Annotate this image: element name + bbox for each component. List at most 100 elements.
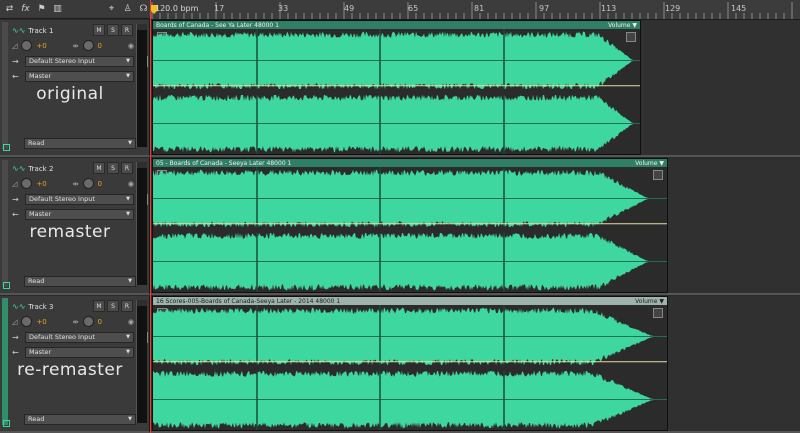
clip-volume-label: Volume bbox=[635, 159, 658, 167]
monitor-input-icon[interactable]: ◉ bbox=[128, 318, 134, 326]
monitor-input-icon[interactable]: ◉ bbox=[128, 180, 134, 188]
automation-mode-value: Read bbox=[28, 415, 45, 423]
automation-mode-select[interactable]: Read ▼ bbox=[24, 138, 136, 149]
snap-icon[interactable]: ⌖ bbox=[105, 3, 118, 16]
fx-icon[interactable]: fx bbox=[19, 3, 32, 16]
chevron-down-icon: ▼ bbox=[126, 58, 130, 64]
record-arm-button[interactable]: R bbox=[121, 162, 133, 174]
volume-knob[interactable] bbox=[21, 316, 33, 327]
track-select-icon[interactable] bbox=[3, 282, 10, 289]
track-header[interactable]: ∿∿ Track 2 M S R ◿ +0 ⇹ 0 ◉ → Default St… bbox=[0, 158, 150, 295]
clip-volume-menu[interactable]: Volume ▼ bbox=[635, 298, 664, 305]
solo-button[interactable]: S bbox=[107, 300, 119, 312]
mute-button[interactable]: M bbox=[93, 162, 105, 174]
clip-header[interactable]: 05 - Boards of Canada - Seeya Later 4800… bbox=[153, 159, 667, 167]
level-meter bbox=[136, 24, 147, 147]
ruler-tick-label: 49 bbox=[344, 4, 355, 13]
switch-icon[interactable]: ⇄ bbox=[3, 3, 16, 16]
output-select[interactable]: Master ▼ bbox=[25, 209, 134, 220]
pan-icon: ⇹ bbox=[72, 317, 79, 326]
solo-button[interactable]: S bbox=[107, 162, 119, 174]
pan-value[interactable]: 0 bbox=[98, 318, 102, 326]
timeline-ruler[interactable]: 120.0 bpm 17 33 49 65 81 97 113 129 145 bbox=[150, 0, 800, 20]
track-grip[interactable] bbox=[2, 160, 8, 287]
pan-knob[interactable] bbox=[82, 178, 94, 189]
input-select[interactable]: Default Stereo Input ▼ bbox=[25, 56, 134, 67]
clip-volume-label: Volume bbox=[635, 297, 658, 305]
waveform bbox=[153, 167, 667, 292]
volume-value[interactable]: +0 bbox=[36, 42, 46, 50]
clip-volume-menu[interactable]: Volume ▼ bbox=[608, 22, 637, 29]
track-lane[interactable]: 05 - Boards of Canada - Seeya Later 4800… bbox=[150, 158, 800, 295]
pan-value[interactable]: 0 bbox=[98, 42, 102, 50]
track-header[interactable]: ∿∿ Track 3 M S R ◿ +0 ⇹ 0 ◉ → Default St… bbox=[0, 296, 150, 433]
automation-mode-select[interactable]: Read ▼ bbox=[24, 276, 136, 287]
volume-icon: ◿ bbox=[12, 41, 18, 50]
volume-icon: ◿ bbox=[12, 317, 18, 326]
meter-icon[interactable]: ▥ bbox=[51, 3, 64, 16]
ruler-tick-label: 81 bbox=[474, 4, 485, 13]
track-grip[interactable] bbox=[2, 22, 8, 149]
monitor-input-icon[interactable]: ◉ bbox=[128, 42, 134, 50]
mute-button[interactable]: M bbox=[93, 300, 105, 312]
editor-toolbar: ⇄ fx ⚑ ▥ ⌖ ♙ ☊ bbox=[0, 0, 150, 19]
track-name[interactable]: Track 1 bbox=[28, 27, 53, 35]
volume-value[interactable]: +0 bbox=[36, 180, 46, 188]
audio-clip[interactable]: Boards of Canada - See Ya Later 48000 1 … bbox=[152, 20, 641, 155]
track-select-icon[interactable] bbox=[3, 144, 10, 151]
input-select-value: Default Stereo Input bbox=[29, 57, 95, 65]
automation-mode-select[interactable]: Read ▼ bbox=[24, 414, 136, 425]
automation-mode-value: Read bbox=[28, 139, 45, 147]
ruler-tick-label: 65 bbox=[408, 4, 419, 13]
waveform bbox=[153, 29, 640, 154]
audio-clip[interactable]: 16 Scores-005-Boards of Canada-Seeya Lat… bbox=[152, 296, 668, 431]
audio-clip[interactable]: 05 - Boards of Canada - Seeya Later 4800… bbox=[152, 158, 668, 293]
output-select[interactable]: Master ▼ bbox=[25, 347, 134, 358]
input-select-value: Default Stereo Input bbox=[29, 333, 95, 341]
output-select[interactable]: Master ▼ bbox=[25, 71, 134, 82]
clip-header[interactable]: Boards of Canada - See Ya Later 48000 1 … bbox=[153, 21, 640, 29]
pan-icon: ⇹ bbox=[72, 179, 79, 188]
record-arm-button[interactable]: R bbox=[121, 300, 133, 312]
metronome-icon[interactable]: ♙ bbox=[121, 3, 134, 16]
input-select[interactable]: Default Stereo Input ▼ bbox=[25, 332, 134, 343]
clip-header[interactable]: 16 Scores-005-Boards of Canada-Seeya Lat… bbox=[153, 297, 667, 305]
ruler-tick-label: 17 bbox=[214, 4, 225, 13]
clip-title: 16 Scores-005-Boards of Canada-Seeya Lat… bbox=[156, 297, 341, 305]
chevron-down-icon: ▼ bbox=[128, 416, 132, 422]
pan-knob[interactable] bbox=[82, 40, 94, 51]
track-annotation-label: original bbox=[36, 84, 104, 104]
clip-volume-menu[interactable]: Volume ▼ bbox=[635, 160, 664, 167]
chevron-down-icon: ▼ bbox=[126, 73, 130, 79]
chevron-down-icon: ▼ bbox=[128, 278, 132, 284]
input-select[interactable]: Default Stereo Input ▼ bbox=[25, 194, 134, 205]
track-header[interactable]: ∿∿ Track 1 M S R ◿ +0 ⇹ 0 ◉ → Default St… bbox=[0, 20, 150, 157]
playhead-line[interactable] bbox=[150, 0, 151, 433]
volume-value[interactable]: +0 bbox=[36, 318, 46, 326]
volume-icon: ◿ bbox=[12, 179, 18, 188]
ruler-tick-label: 97 bbox=[539, 4, 550, 13]
solo-button[interactable]: S bbox=[107, 24, 119, 36]
track-select-icon[interactable] bbox=[3, 420, 10, 427]
track-2: ∿∿ Track 2 M S R ◿ +0 ⇹ 0 ◉ → Default St… bbox=[0, 158, 800, 295]
mute-button[interactable]: M bbox=[93, 24, 105, 36]
pan-icon: ⇹ bbox=[72, 41, 79, 50]
track-name[interactable]: Track 3 bbox=[28, 303, 53, 311]
input-arrow-icon: → bbox=[12, 333, 19, 342]
tempo-label: 120.0 bpm bbox=[155, 4, 199, 13]
track-name[interactable]: Track 2 bbox=[28, 165, 53, 173]
track-lane[interactable]: Boards of Canada - See Ya Later 48000 1 … bbox=[150, 20, 800, 157]
chevron-down-icon: ▼ bbox=[126, 211, 130, 217]
headphones-icon[interactable]: ☊ bbox=[137, 3, 150, 16]
track-grip[interactable] bbox=[2, 298, 8, 425]
volume-knob[interactable] bbox=[21, 178, 33, 189]
clip-volume-label: Volume bbox=[608, 21, 631, 29]
clip-title: Boards of Canada - See Ya Later 48000 1 bbox=[156, 21, 279, 29]
marker-icon[interactable]: ⚑ bbox=[35, 3, 48, 16]
volume-knob[interactable] bbox=[21, 40, 33, 51]
record-arm-button[interactable]: R bbox=[121, 24, 133, 36]
track-lane[interactable]: 16 Scores-005-Boards of Canada-Seeya Lat… bbox=[150, 296, 800, 433]
pan-value[interactable]: 0 bbox=[98, 180, 102, 188]
pan-knob[interactable] bbox=[82, 316, 94, 327]
chevron-down-icon: ▼ bbox=[128, 140, 132, 146]
